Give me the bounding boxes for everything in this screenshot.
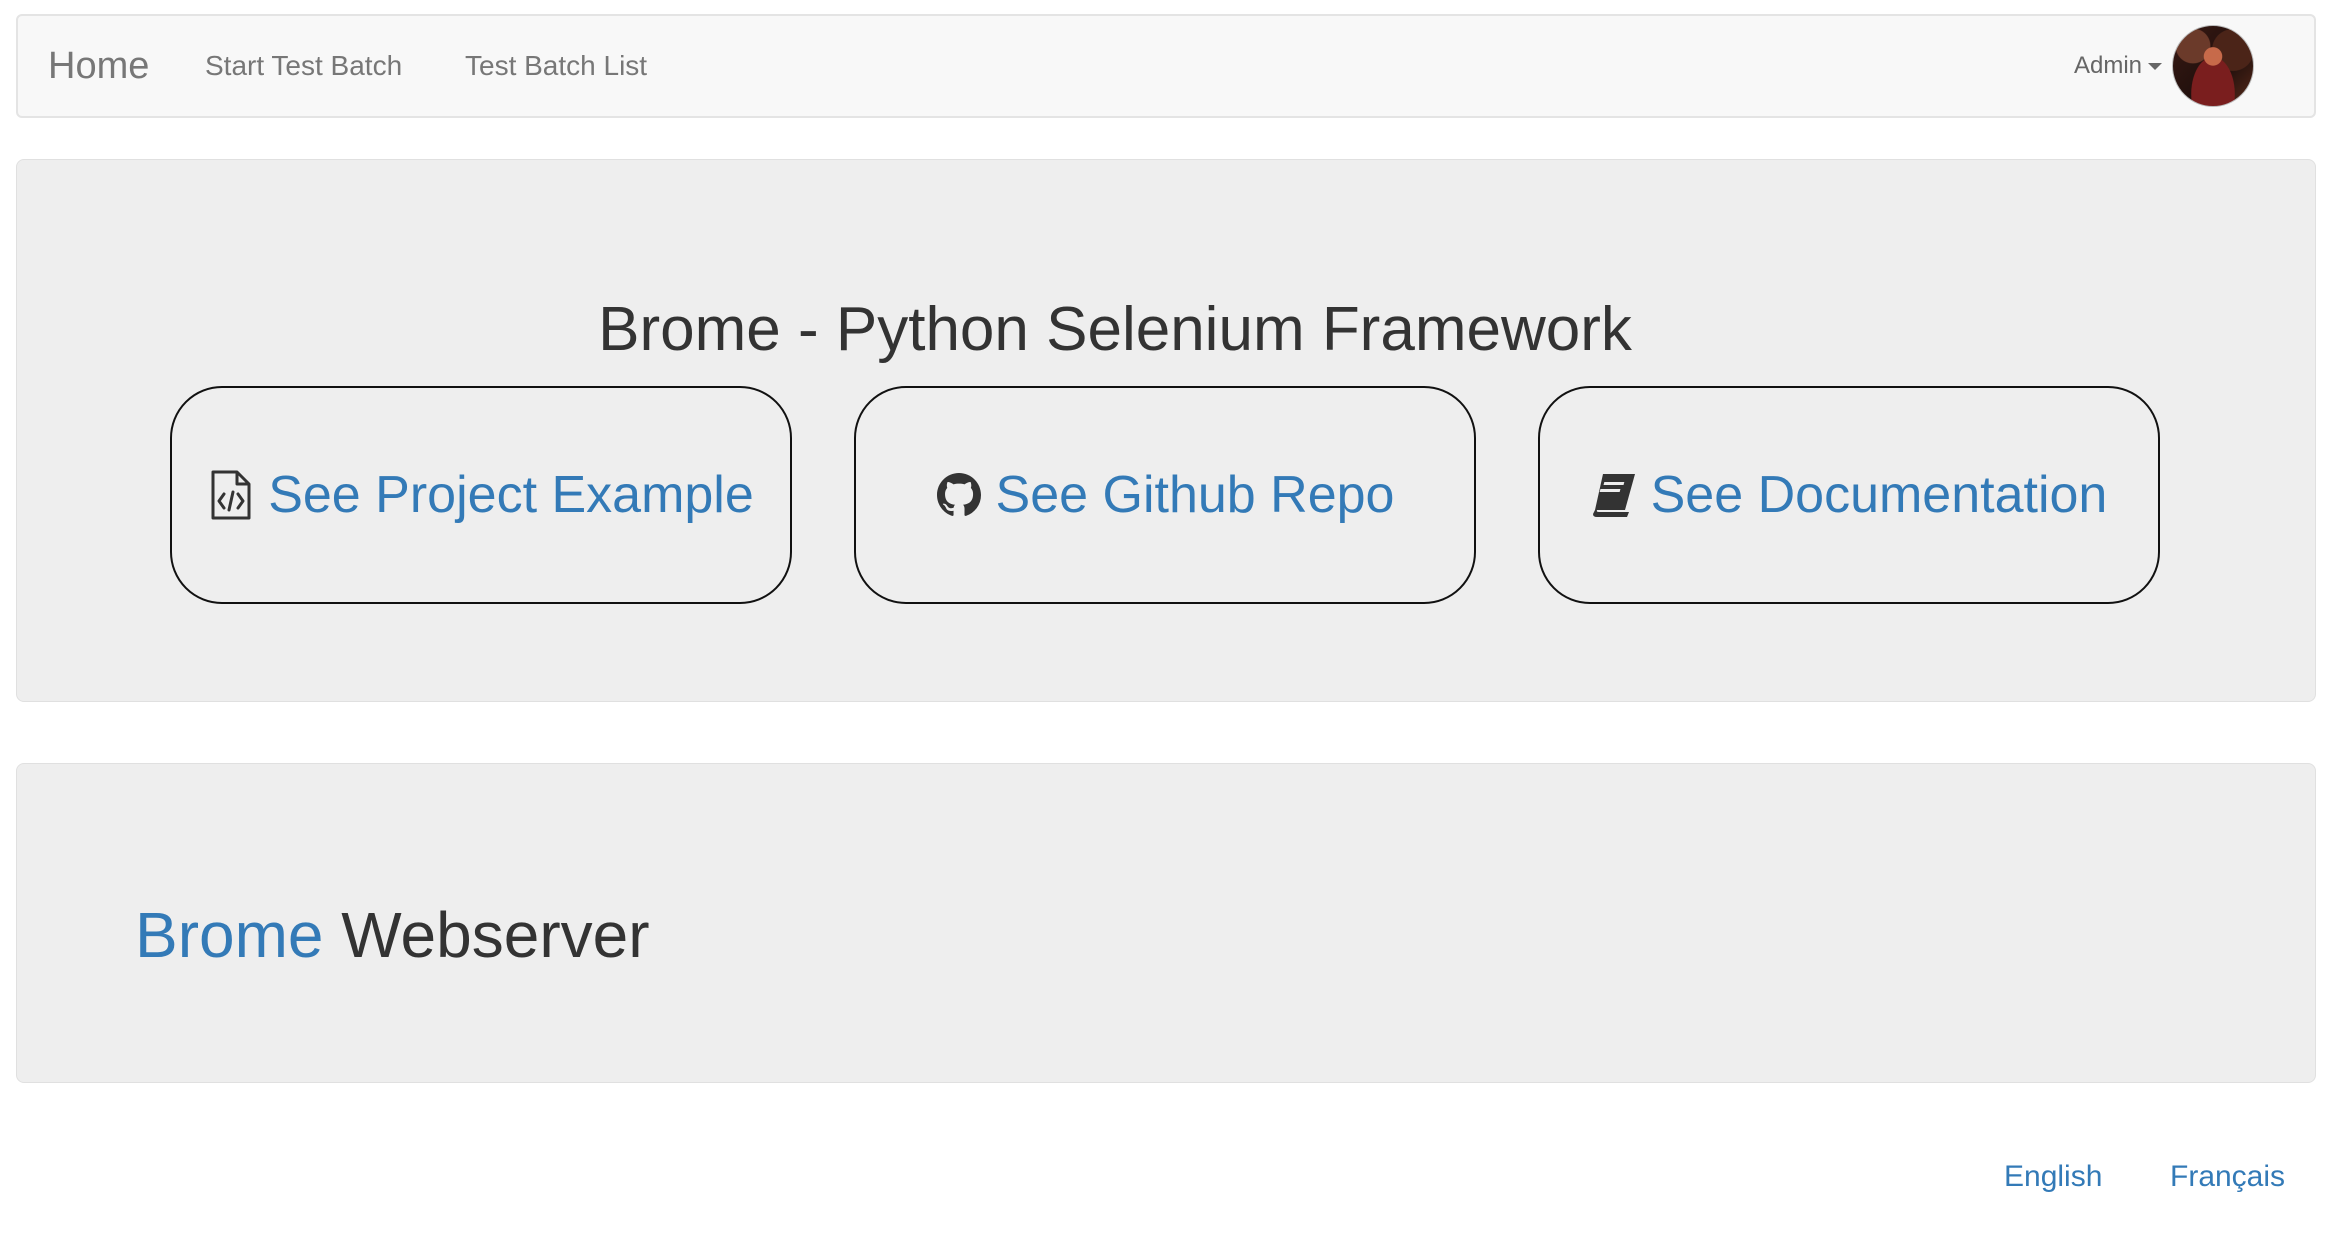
book-icon <box>1591 470 1637 520</box>
nav-test-batch-list[interactable]: Test Batch List <box>465 16 647 116</box>
user-name: Admin <box>2073 52 2142 79</box>
nav-start-test-batch[interactable]: Start Test Batch <box>205 16 402 116</box>
github-icon <box>936 470 982 520</box>
caret-down-icon <box>2148 62 2162 70</box>
file-code-icon <box>208 470 254 520</box>
hero-title: Brome - Python Selenium Framework <box>598 295 1632 364</box>
see-github-repo-button[interactable]: See Github Repo <box>854 386 1476 604</box>
webserver-text: Webserver <box>341 899 650 971</box>
user-menu-dropdown[interactable]: Admin <box>2074 24 2254 108</box>
see-project-example-button[interactable]: See Project Example <box>170 386 792 604</box>
language-french-link[interactable]: Français <box>2170 1160 2285 1194</box>
language-english-link[interactable]: English <box>2004 1160 2102 1194</box>
top-navbar: Home Start Test Batch Test Batch List Ad… <box>16 14 2316 118</box>
card-label: See Github Repo <box>995 466 1395 524</box>
card-label: See Project Example <box>268 466 754 524</box>
see-documentation-button[interactable]: See Documentation <box>1538 386 2160 604</box>
card-label: See Documentation <box>1650 466 2108 524</box>
avatar[interactable] <box>2172 25 2254 107</box>
home-link[interactable]: Home <box>48 16 149 116</box>
brome-link[interactable]: Brome <box>135 899 324 971</box>
webserver-title: Brome Webserver <box>135 895 650 975</box>
